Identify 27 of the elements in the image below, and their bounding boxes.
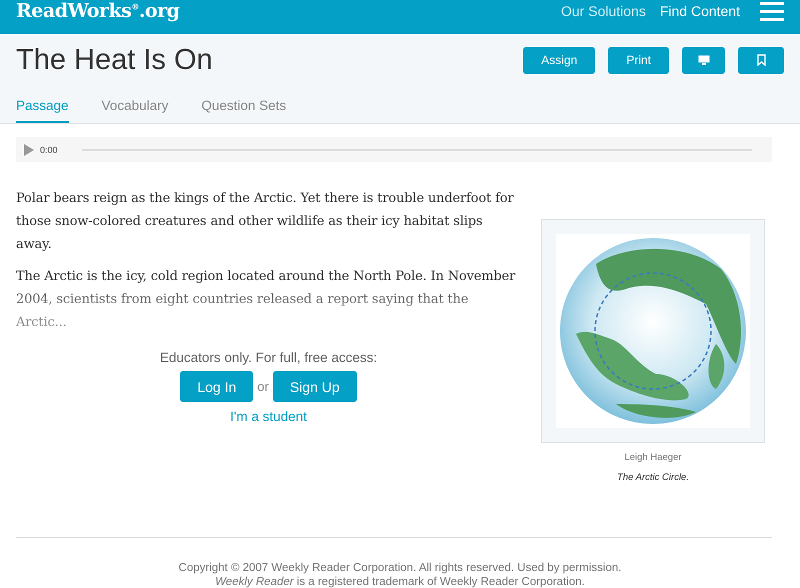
menu-icon[interactable] [760,1,784,21]
access-prompt: Educators only. For full, free access: [160,350,378,365]
tab[interactable]: Passage [16,98,69,123]
copyright-text: Weekly Reader is a registered trademark of Weekly Reader Corporation. [214,575,586,588]
nav-link[interactable]: Find Content [660,3,740,19]
copyright-text: Copyright © 2007 Weekly Reader Corporation. All rights reserved. Used by permission. [178,561,622,575]
nav-link[interactable]: Our Solutions [561,3,646,19]
bookmark-icon [756,54,766,66]
bookmark-button[interactable] [738,46,784,74]
or-label: or [257,379,269,394]
play-icon[interactable] [24,144,34,156]
passage-paragraph: Polar bears reign as the kings of the Arctic. Yet there is trouble underfoot for those snow-colored creatures and other wildlife as their icy habitat slips away. [16,190,515,254]
login-button[interactable]: Log In [180,371,254,402]
action-button[interactable]: Assign [523,46,596,74]
image-caption: The Arctic Circle. [617,472,689,483]
monitor-icon [698,54,710,66]
action-button[interactable]: Print [608,46,669,74]
audio-time: 0:00 [40,144,58,154]
passage-paragraph: The Arctic is the icy, cold region located around the North Pole. In November 2004, scientists from eight countries released a report saying that the Arctic... [16,268,516,332]
passage-title: The Heat Is On [16,44,213,76]
tab[interactable]: Question Sets [201,98,286,123]
image-credit: Leigh Haeger [624,452,682,463]
signup-button[interactable]: Sign Up [272,371,357,402]
student-link[interactable]: I'm a student [230,409,307,424]
present-button[interactable] [682,46,725,74]
tab[interactable]: Vocabulary [102,98,168,123]
readworks-logo[interactable]: ReadWorks$^{®}$.org [16,0,180,22]
